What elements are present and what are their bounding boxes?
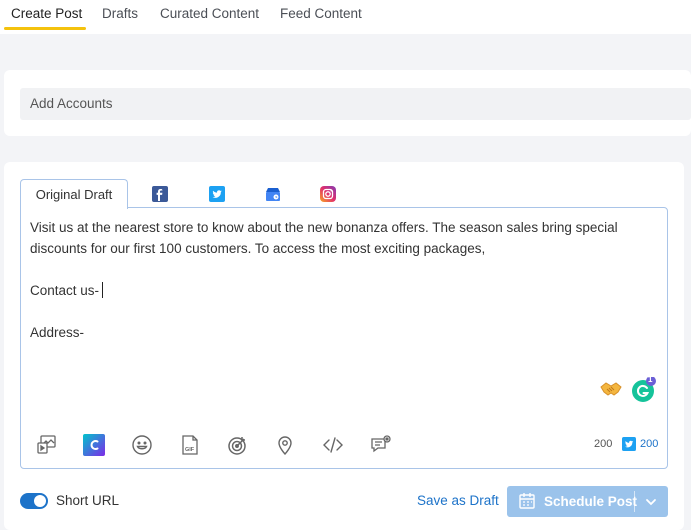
grammarly-badge: 1 xyxy=(648,375,653,384)
comment-settings-icon[interactable] xyxy=(370,434,392,456)
post-paragraph: Contact us- xyxy=(30,283,100,298)
button-separator xyxy=(634,491,635,512)
tab-feed-content[interactable]: Feed Content xyxy=(280,6,362,21)
twitter-icon[interactable] xyxy=(209,186,225,202)
add-accounts-field[interactable]: Add Accounts xyxy=(20,88,691,120)
save-as-draft-button[interactable]: Save as Draft xyxy=(417,493,499,508)
handshake-icon[interactable] xyxy=(599,378,623,400)
media-library-icon[interactable] xyxy=(36,434,58,456)
location-icon[interactable] xyxy=(274,434,296,456)
target-icon[interactable] xyxy=(226,434,248,456)
post-text[interactable]: Visit us at the nearest store to know ab… xyxy=(30,217,660,343)
facebook-icon[interactable] xyxy=(152,186,168,202)
tab-curated-content[interactable]: Curated Content xyxy=(160,6,259,21)
gif-icon[interactable]: GIF xyxy=(179,434,201,456)
emoji-icon[interactable] xyxy=(131,434,153,456)
calendar-icon xyxy=(518,492,536,513)
post-paragraph: Visit us at the nearest store to know ab… xyxy=(30,220,618,256)
post-editor[interactable]: Visit us at the nearest store to know ab… xyxy=(20,207,668,469)
schedule-post-button[interactable]: Schedule Post xyxy=(507,486,668,517)
code-icon[interactable] xyxy=(322,434,344,456)
short-url-toggle[interactable] xyxy=(20,493,48,509)
google-business-icon[interactable] xyxy=(265,186,281,202)
text-cursor xyxy=(102,282,104,298)
twitter-count-icon xyxy=(622,437,636,451)
tab-drafts[interactable]: Drafts xyxy=(102,6,138,21)
instagram-icon[interactable] xyxy=(320,186,336,202)
canva-icon[interactable] xyxy=(83,434,105,456)
top-tabs: Create Post Drafts Curated Content Feed … xyxy=(0,0,691,34)
schedule-post-label: Schedule Post xyxy=(544,494,638,509)
short-url-label: Short URL xyxy=(56,493,120,508)
active-tab-indicator xyxy=(4,27,86,30)
svg-text:GIF: GIF xyxy=(185,447,195,453)
grammarly-icon[interactable]: 1 xyxy=(630,375,656,403)
post-paragraph: Address- xyxy=(30,325,85,340)
tab-create-post[interactable]: Create Post xyxy=(11,6,82,21)
chevron-down-icon[interactable] xyxy=(644,495,658,512)
tab-original-draft[interactable]: Original Draft xyxy=(20,179,128,209)
twitter-char-count: 200 xyxy=(640,438,659,450)
char-count: 200 xyxy=(594,438,613,450)
accounts-card: Add Accounts xyxy=(4,70,691,136)
